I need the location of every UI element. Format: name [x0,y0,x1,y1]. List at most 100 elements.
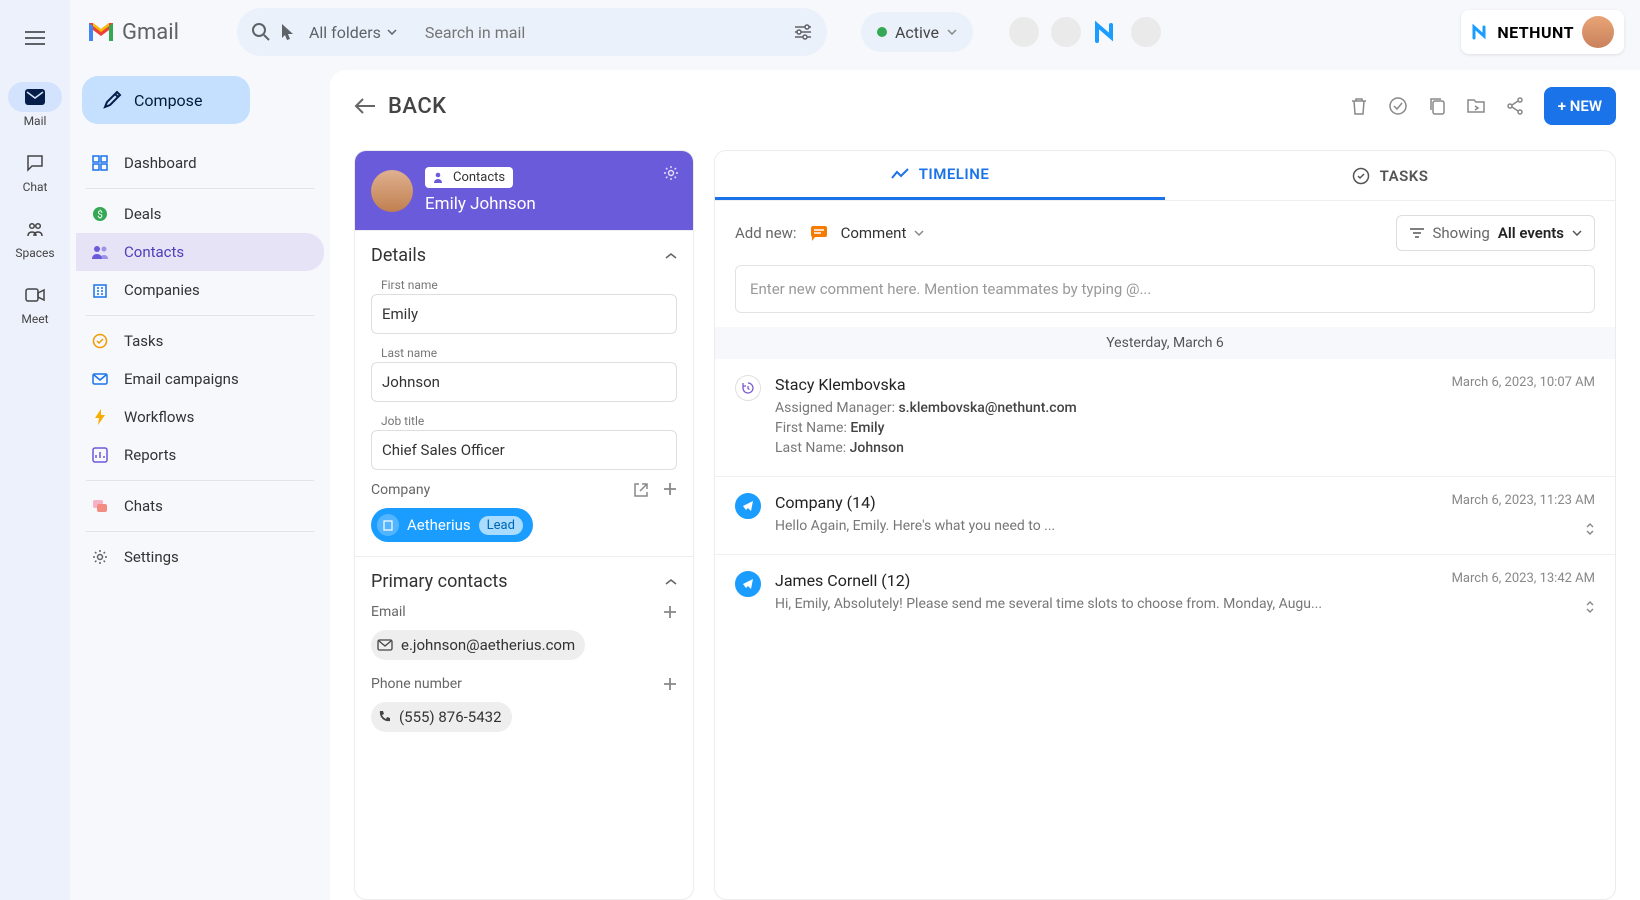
trash-icon[interactable] [1350,96,1368,116]
last-name-input[interactable]: Johnson [371,362,677,402]
event-field-value: s.klembovska@nethunt.com [898,400,1076,416]
status-label: Active [895,23,939,42]
sidebar-item-companies[interactable]: Companies [76,271,324,309]
expand-icon[interactable] [1585,522,1595,536]
compose-label: Compose [134,91,202,110]
folder-scope-label: All folders [309,23,381,42]
plus-icon[interactable] [663,605,677,619]
section-title: Primary contacts [371,571,508,592]
comment-input[interactable]: Enter new comment here. Mention teammate… [735,265,1595,313]
mail-icon [377,639,393,651]
event-field-label: Assigned Manager: [775,400,895,416]
phone-icon [377,710,391,724]
move-folder-icon[interactable] [1466,98,1486,114]
compose-button[interactable]: Compose [82,76,250,124]
sidebar-item-workflows[interactable]: Workflows [76,398,324,436]
sidebar-item-deals[interactable]: $ Deals [76,195,324,233]
new-button-label: + NEW [1558,97,1602,115]
copy-icon[interactable] [1428,96,1446,116]
history-icon [735,375,761,401]
rail-item-mail[interactable]: Mail [8,82,62,128]
company-chip[interactable]: Aetherius Lead [371,508,533,542]
divider [86,480,314,481]
sidebar-item-chats[interactable]: Chats [76,487,324,525]
timeline-event[interactable]: James Cornell (12) Hi, Emily, Absolutely… [715,555,1615,632]
events-filter-dropdown[interactable]: Showing All events [1396,215,1596,251]
nethunt-icon [1471,23,1489,41]
telegram-icon [735,571,761,597]
tab-tasks[interactable]: TASKS [1165,151,1615,200]
folder-chip[interactable]: Contacts [425,167,513,188]
timeline-event[interactable]: Stacy Klembovska Assigned Manager: s.kle… [715,359,1615,477]
chevron-down-icon [387,29,397,35]
email-value: e.johnson@aetherius.com [401,636,575,654]
tab-timeline[interactable]: TIMELINE [715,151,1165,200]
left-rail: Mail Chat Spaces Meet [0,0,70,900]
comment-type-dropdown[interactable]: Comment [841,224,925,242]
gmail-brand[interactable]: Gmail [86,20,179,45]
deals-icon: $ [92,206,108,222]
main-menu-button[interactable] [11,14,59,62]
first-name-input[interactable]: Emily [371,294,677,334]
sidebar-item-tasks[interactable]: Tasks [76,322,324,360]
divider [86,315,314,316]
event-field-label: Last Name: [775,440,846,456]
pencil-icon [102,90,122,110]
timeline-panel: TIMELINE TASKS Add new: Comment [714,150,1616,900]
input-value: Chief Sales Officer [382,441,505,459]
sidebar-item-label: Dashboard [124,154,197,172]
brand-label: Gmail [122,20,179,45]
gear-icon[interactable] [663,165,679,181]
sidebar-item-reports[interactable]: Reports [76,436,324,474]
search-input[interactable] [411,23,785,42]
nethunt-brand-chip[interactable]: NETHUNT [1461,10,1624,54]
search-icon[interactable] [251,22,271,42]
user-avatar[interactable] [1582,16,1614,48]
timeline-icon [891,168,909,180]
plus-icon[interactable] [663,677,677,691]
event-title: James Cornell (12) [775,571,1438,590]
company-name: Aetherius [407,516,471,534]
share-icon[interactable] [1506,97,1524,115]
cursor-icon [279,23,295,41]
company-label: Company [371,482,430,498]
timeline-event[interactable]: Company (14) Hello Again, Emily. Here's … [715,477,1615,555]
status-dropdown[interactable]: Active [861,12,973,52]
event-preview: Hello Again, Emily. Here's what you need… [775,518,1438,534]
rail-item-spaces[interactable]: Spaces [8,214,62,260]
rail-item-chat[interactable]: Chat [8,148,62,194]
chat-icon [26,154,44,172]
nethunt-icon[interactable] [1093,19,1119,45]
arrow-left-icon [354,97,376,115]
check-circle-icon[interactable] [1388,96,1408,116]
sidebar-item-dashboard[interactable]: Dashboard [76,144,324,182]
email-chip[interactable]: e.johnson@aetherius.com [371,630,585,660]
rail-item-meet[interactable]: Meet [8,280,62,326]
mail-icon [25,89,45,105]
contact-name: Emily Johnson [425,194,536,214]
new-button[interactable]: + NEW [1544,87,1616,125]
header-app-placeholder[interactable] [1051,17,1081,47]
back-button[interactable]: BACK [354,94,447,119]
event-time: March 6, 2023, 10:07 AM [1452,375,1595,460]
content-area: BACK + NEW [330,70,1640,900]
sidebar-item-campaigns[interactable]: Email campaigns [76,360,324,398]
header-apps [1009,17,1161,47]
sidebar-item-contacts[interactable]: Contacts [76,233,324,271]
contact-detail-card: Contacts Emily Johnson Details [354,150,694,900]
header-app-placeholder[interactable] [1009,17,1039,47]
sidebar-item-label: Email campaigns [124,370,239,388]
job-title-input[interactable]: Chief Sales Officer [371,430,677,470]
open-external-icon[interactable] [633,482,649,498]
chevron-up-icon[interactable] [665,578,677,586]
tune-icon[interactable] [793,23,813,41]
sidebar: Compose Dashboard $ Deals Contacts [70,64,330,900]
phone-chip[interactable]: (555) 876-5432 [371,702,512,732]
folder-scope-dropdown[interactable]: All folders [303,23,403,42]
chevron-up-icon[interactable] [665,252,677,260]
divider [86,531,314,532]
header-app-placeholder[interactable] [1131,17,1161,47]
plus-icon[interactable] [663,482,677,496]
expand-icon[interactable] [1585,600,1595,614]
sidebar-item-settings[interactable]: Settings [76,538,324,576]
